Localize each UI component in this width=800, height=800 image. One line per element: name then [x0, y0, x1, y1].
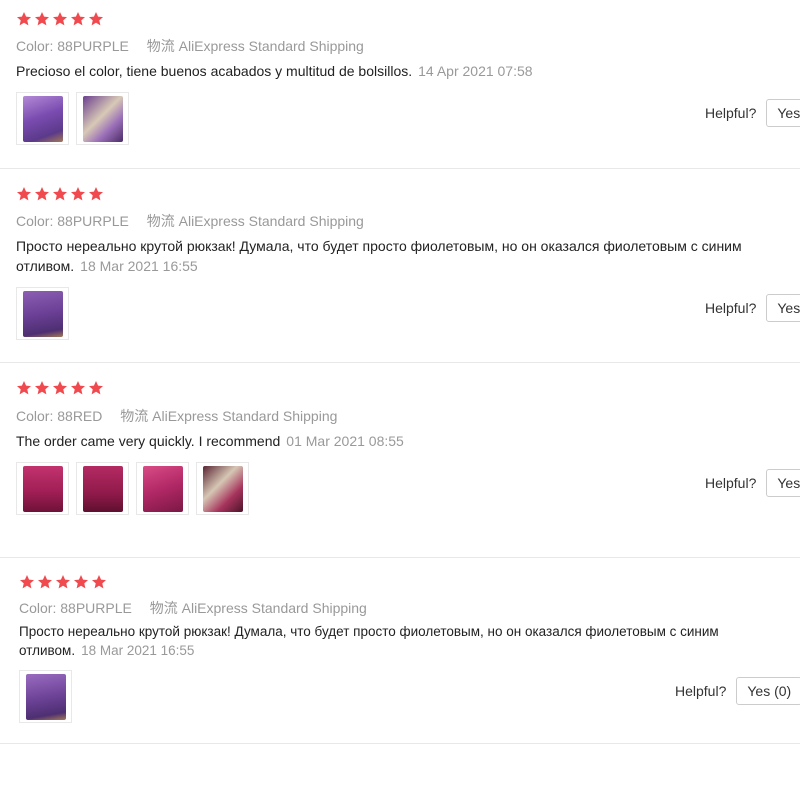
star-icon: [52, 186, 68, 202]
rating-stars: [16, 380, 104, 396]
helpful-yes-button[interactable]: Yes (0): [736, 677, 800, 705]
star-icon: [91, 574, 107, 590]
star-icon: [34, 11, 50, 27]
review-date: 18 Mar 2021 16:55: [80, 258, 198, 274]
review-date: 14 Apr 2021 07:58: [418, 63, 533, 79]
star-icon: [88, 380, 104, 396]
star-icon: [16, 380, 32, 396]
review-body: The order came very quickly. I recommend: [16, 433, 281, 449]
star-icon: [16, 11, 32, 27]
review-text: Просто нереально крутой рюкзак! Думала, …: [16, 236, 800, 276]
review-body: Precioso el color, tiene buenos acabados…: [16, 63, 413, 79]
review-photo-thumbnail[interactable]: [16, 462, 69, 515]
star-icon: [73, 574, 89, 590]
star-icon: [88, 186, 104, 202]
review-photo-thumbnail[interactable]: [16, 92, 69, 145]
review-date: 01 Mar 2021 08:55: [286, 433, 404, 449]
review-text: Просто нереально крутой рюкзак! Думала, …: [19, 622, 779, 660]
review-date: 18 Mar 2021 16:55: [81, 643, 195, 658]
rating-stars: [16, 186, 104, 202]
shipping-value: AliExpress Standard Shipping: [152, 408, 338, 424]
divider: [0, 168, 800, 169]
review-photo-thumbnail[interactable]: [196, 462, 249, 515]
review-meta: Color: 88PURPLE 物流 AliExpress Standard S…: [16, 211, 364, 231]
shipping-key: 物流: [120, 408, 149, 424]
review-text: Precioso el color, tiene buenos acabados…: [16, 61, 800, 81]
star-icon: [55, 574, 71, 590]
review-photos: [16, 462, 249, 515]
helpful-label: Helpful?: [705, 300, 757, 316]
star-icon: [34, 186, 50, 202]
review-photos: [16, 287, 69, 340]
review-photo-thumbnail[interactable]: [136, 462, 189, 515]
star-icon: [52, 380, 68, 396]
color-key: Color:: [16, 408, 54, 424]
helpful-label: Helpful?: [705, 475, 757, 491]
color-key: Color:: [16, 38, 54, 54]
rating-stars: [19, 574, 107, 590]
shipping-value: AliExpress Standard Shipping: [181, 600, 367, 616]
review-text: The order came very quickly. I recommend…: [16, 431, 800, 451]
divider: [0, 743, 800, 744]
helpful-yes-button[interactable]: Yes (0): [766, 294, 800, 322]
helpful-block: Helpful? Yes (0): [705, 469, 800, 497]
color-key: Color:: [19, 600, 57, 616]
star-icon: [70, 380, 86, 396]
star-icon: [70, 11, 86, 27]
star-icon: [70, 186, 86, 202]
review-photo-thumbnail[interactable]: [16, 287, 69, 340]
star-icon: [19, 574, 35, 590]
helpful-label: Helpful?: [705, 105, 757, 121]
shipping-key: 物流: [149, 600, 178, 616]
star-icon: [37, 574, 53, 590]
shipping-value: AliExpress Standard Shipping: [178, 213, 364, 229]
review-photo-thumbnail[interactable]: [76, 462, 129, 515]
review-photo-thumbnail[interactable]: [19, 670, 72, 723]
helpful-yes-button[interactable]: Yes (0): [766, 99, 800, 127]
helpful-block: Helpful? Yes (0): [705, 294, 800, 322]
star-icon: [52, 11, 68, 27]
divider: [0, 362, 800, 363]
review-photos: [19, 670, 72, 723]
helpful-block: Helpful? Yes (0): [675, 677, 800, 705]
review-meta: Color: 88PURPLE 物流 AliExpress Standard S…: [19, 598, 367, 618]
color-key: Color:: [16, 213, 54, 229]
star-icon: [88, 11, 104, 27]
color-value: 88PURPLE: [57, 38, 129, 54]
rating-stars: [16, 11, 104, 27]
color-value: 88PURPLE: [60, 600, 132, 616]
review-meta: Color: 88RED 物流 AliExpress Standard Ship…: [16, 406, 337, 426]
color-value: 88PURPLE: [57, 213, 129, 229]
shipping-key: 物流: [146, 38, 175, 54]
shipping-value: AliExpress Standard Shipping: [178, 38, 364, 54]
review-meta: Color: 88PURPLE 物流 AliExpress Standard S…: [16, 36, 364, 56]
helpful-yes-button[interactable]: Yes (0): [766, 469, 800, 497]
star-icon: [34, 380, 50, 396]
color-value: 88RED: [57, 408, 103, 424]
helpful-label: Helpful?: [675, 683, 727, 699]
review-photo-thumbnail[interactable]: [76, 92, 129, 145]
helpful-block: Helpful? Yes (0): [705, 99, 800, 127]
star-icon: [16, 186, 32, 202]
review-photos: [16, 92, 129, 145]
divider: [0, 557, 800, 558]
shipping-key: 物流: [146, 213, 175, 229]
